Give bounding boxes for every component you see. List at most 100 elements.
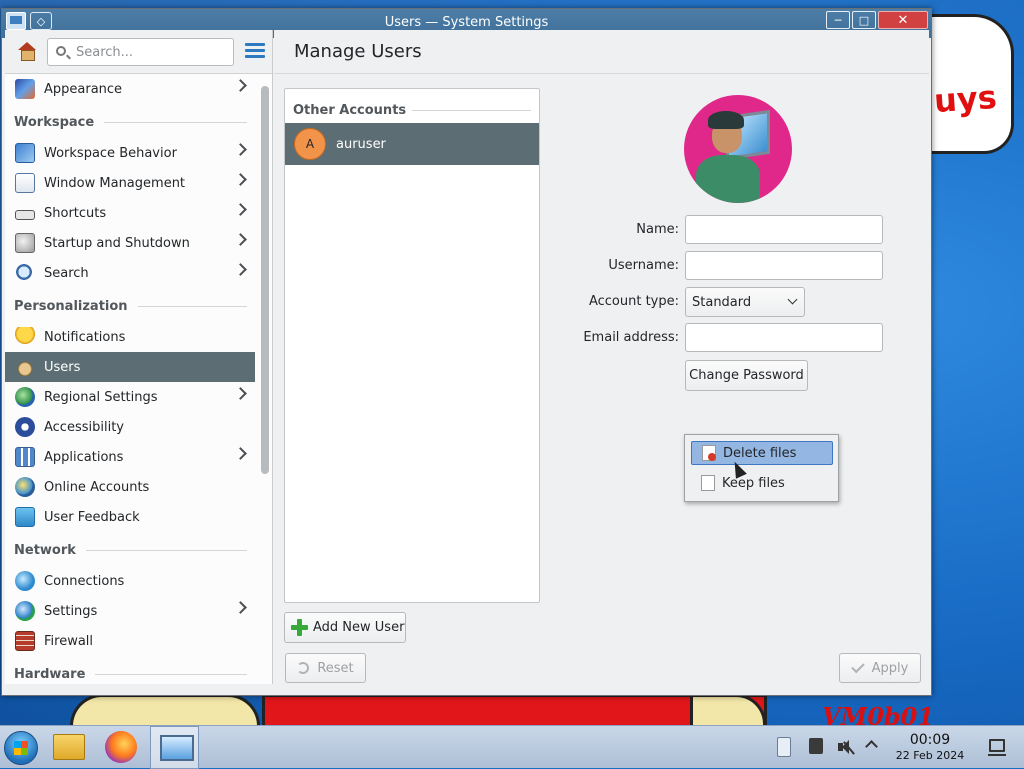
delete-files-icon	[702, 445, 716, 461]
sidebar-item-window-management[interactable]: Window Management	[5, 168, 255, 198]
sidebar-item-network-settings[interactable]: Settings	[5, 596, 255, 626]
startup-icon	[15, 233, 35, 253]
account-type-select[interactable]: Standard	[685, 287, 805, 317]
sidebar-item-label: Notifications	[44, 329, 126, 345]
person-illustration	[696, 155, 760, 203]
account-type-value: Standard	[692, 294, 752, 310]
accounts-list-panel: Other Accounts A auruser	[284, 88, 540, 603]
sidebar-item-user-feedback[interactable]: User Feedback	[5, 502, 255, 532]
menu-item-label: Keep files	[722, 475, 785, 491]
chevron-right-icon	[234, 173, 247, 186]
section-header-hardware: Hardware	[5, 660, 255, 684]
feedback-icon	[15, 507, 35, 527]
sidebar-item-connections[interactable]: Connections	[5, 566, 255, 596]
sidebar-item-search[interactable]: Search	[5, 258, 255, 288]
delete-files-menu-item[interactable]: Delete files	[691, 441, 833, 465]
sidebar-item-label: Firewall	[44, 633, 94, 649]
checkmark-icon	[850, 659, 865, 673]
sidebar-item-label: Workspace Behavior	[44, 145, 177, 161]
sidebar-item-label: Startup and Shutdown	[44, 235, 190, 251]
sidebar-item-shortcuts[interactable]: Shortcuts	[5, 198, 255, 228]
sidebar-item-workspace-behavior[interactable]: Workspace Behavior	[5, 138, 255, 168]
username-field[interactable]	[685, 251, 883, 280]
window-title: Users — System Settings	[384, 15, 549, 30]
sidebar-item-label: User Feedback	[44, 509, 140, 525]
users-icon	[15, 357, 35, 377]
minimize-button[interactable]: ─	[826, 11, 850, 29]
section-header-personalization: Personalization	[5, 292, 255, 320]
delete-user-menu: Delete files Keep files	[684, 434, 839, 502]
account-name: auruser	[336, 136, 386, 152]
username-label: Username:	[608, 258, 679, 273]
sidebar-item-regional-settings[interactable]: Regional Settings	[5, 382, 255, 412]
name-field[interactable]	[685, 215, 883, 244]
add-new-user-button[interactable]: Add New User	[284, 612, 406, 643]
show-desktop-icon[interactable]	[988, 739, 1006, 756]
workspace-behavior-icon	[15, 143, 35, 163]
start-menu-icon[interactable]	[4, 731, 38, 765]
sidebar-item-firewall[interactable]: Firewall	[5, 626, 255, 656]
window-management-icon	[15, 173, 35, 193]
volume-muted-icon[interactable]	[837, 738, 855, 756]
reset-icon	[297, 662, 310, 674]
email-label: Email address:	[583, 330, 679, 345]
keep-files-menu-item[interactable]: Keep files	[691, 471, 833, 495]
globe-icon	[15, 387, 35, 407]
home-icon[interactable]	[17, 42, 37, 61]
user-profile-picture[interactable]	[684, 95, 792, 203]
sidebar-scrollbar[interactable]	[261, 86, 269, 474]
apply-button[interactable]: Apply	[839, 653, 921, 683]
section-header-network: Network	[5, 536, 255, 564]
hamburger-menu-icon[interactable]	[245, 43, 265, 59]
sidebar-item-label: Shortcuts	[44, 205, 107, 221]
account-type-label: Account type:	[588, 294, 679, 309]
change-password-button[interactable]: Change Password	[685, 360, 808, 391]
accounts-section-header: Other Accounts	[293, 103, 531, 118]
sidebar-item-online-accounts[interactable]: Online Accounts	[5, 472, 255, 502]
chevron-right-icon	[234, 601, 247, 614]
clock-time[interactable]: 00:09	[890, 732, 970, 748]
sidebar-item-applications[interactable]: Applications	[5, 442, 255, 472]
section-header-workspace: Workspace	[5, 108, 255, 136]
reset-button[interactable]: Reset	[285, 653, 366, 683]
sidebar-item-notifications[interactable]: Notifications	[5, 322, 255, 352]
email-field[interactable]	[685, 323, 883, 352]
maximize-button[interactable]: □	[852, 11, 876, 29]
file-manager-icon[interactable]	[53, 734, 85, 760]
sidebar-item-accessibility[interactable]: Accessibility	[5, 412, 255, 442]
search-field[interactable]	[47, 38, 234, 66]
search-input[interactable]	[74, 42, 229, 62]
sidebar-item-label: Connections	[44, 573, 125, 589]
menu-item-label: Delete files	[723, 445, 797, 461]
printer-icon[interactable]	[809, 738, 823, 754]
sidebar-item-label: Applications	[44, 449, 124, 465]
wallpaper-text-top: uys	[932, 77, 998, 121]
bell-icon	[15, 327, 35, 347]
sidebar-item-startup-shutdown[interactable]: Startup and Shutdown	[5, 228, 255, 258]
plus-icon	[291, 619, 308, 636]
sidebar-item-appearance[interactable]: Appearance	[5, 74, 255, 104]
search-icon	[56, 46, 66, 56]
add-new-user-label: Add New User	[313, 620, 405, 635]
sidebar-item-label: Regional Settings	[44, 389, 158, 405]
accessibility-icon	[15, 417, 35, 437]
chevron-up-icon[interactable]	[865, 740, 878, 753]
sidebar-item-label: Accessibility	[44, 419, 124, 435]
wallpaper-shape-left	[70, 694, 260, 726]
chevron-right-icon	[234, 143, 247, 156]
sidebar-item-users[interactable]: Users	[5, 352, 255, 382]
sidebar-item-label: Appearance	[44, 81, 123, 97]
clipboard-icon[interactable]	[777, 737, 791, 757]
firefox-icon[interactable]	[105, 731, 137, 763]
sidebar-header	[5, 30, 272, 74]
search-icon	[15, 263, 35, 283]
account-list-item[interactable]: A auruser	[285, 123, 539, 165]
connections-icon	[15, 571, 35, 591]
online-accounts-icon	[15, 477, 35, 497]
clock-date[interactable]: 22 Feb 2024	[890, 749, 970, 762]
close-button[interactable]: ✕	[878, 11, 928, 29]
keyboard-icon	[15, 210, 35, 220]
applications-icon	[15, 447, 35, 467]
firewall-icon	[15, 631, 35, 651]
system-settings-task-icon[interactable]	[150, 726, 199, 769]
